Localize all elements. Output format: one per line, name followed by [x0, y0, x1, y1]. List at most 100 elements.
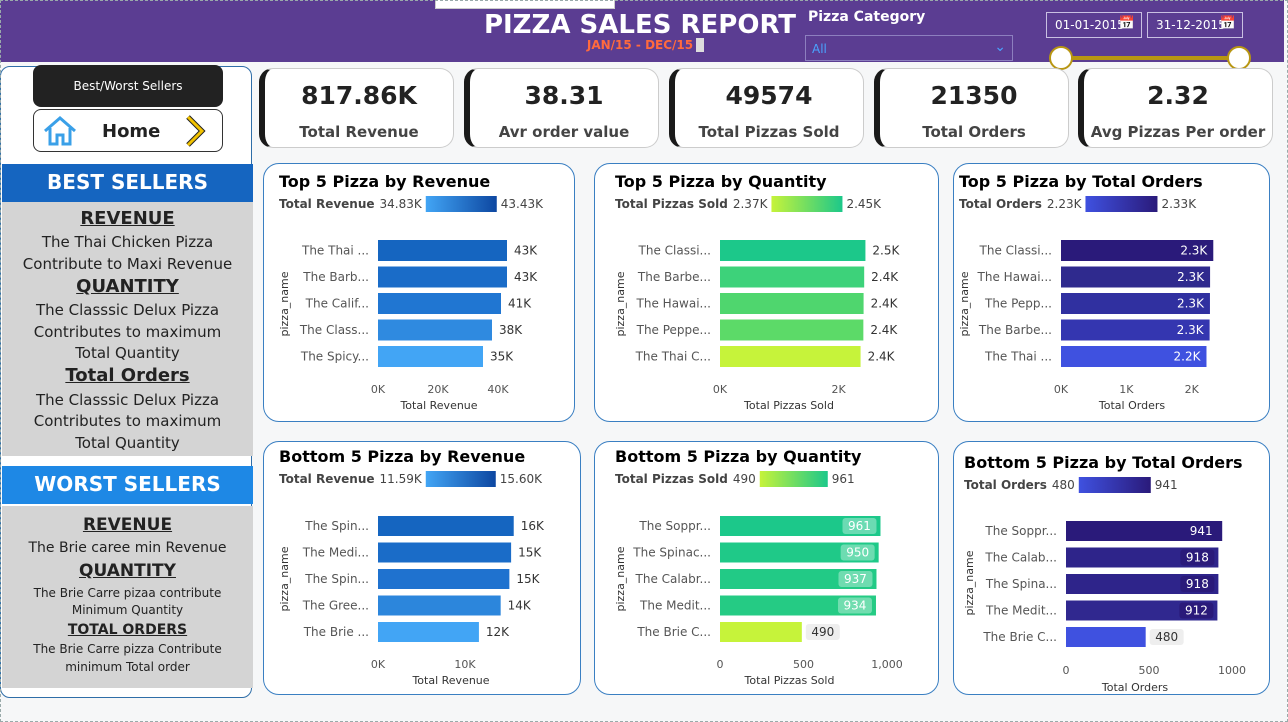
data-label: 918 [1186, 551, 1209, 565]
slider-start-handle[interactable] [1049, 46, 1073, 70]
kpi-card: 49574 Total Pizzas Sold [669, 68, 864, 148]
bar [378, 569, 510, 589]
slider-end-handle[interactable] [1227, 46, 1251, 70]
data-label: 2.2K [1174, 350, 1202, 364]
kpi-label: Avg Pizzas Per order [1090, 123, 1266, 141]
chart-svg: Top 5 Pizza by Revenue Total Revenue 34.83… [278, 172, 544, 412]
calendar-icon: 📅 [1219, 16, 1236, 31]
category-label: The Hawai... [636, 297, 711, 311]
chart-top5-orders[interactable]: Top 5 Pizza by Total Orders Total Orders 2… [953, 163, 1270, 422]
best-orders-line2: Contributes to maximum [33, 412, 222, 430]
data-label: 14K [508, 599, 532, 613]
x-tick-label: 500 [1139, 664, 1160, 677]
worst-orders-line1: The Brie Carre pizza Contribute [33, 642, 222, 656]
category-label: The Barbe... [637, 270, 711, 284]
bar [720, 293, 864, 314]
x-axis-label: Total Revenue [399, 399, 477, 412]
category-label: The Calabr... [635, 572, 711, 586]
chart-bottom5-orders[interactable]: Bottom 5 Pizza by Total Orders Total Orde… [953, 441, 1270, 695]
x-tick-label: 2K [1185, 383, 1200, 396]
chart-svg: Bottom 5 Pizza by Total Orders Total Orde… [963, 453, 1246, 694]
legend-min: 2.23K [1047, 197, 1083, 211]
worst-orders-heading: TOTAL ORDERS [67, 622, 188, 638]
bar [378, 293, 501, 314]
bar [720, 266, 865, 288]
chart-title: Top 5 Pizza by Revenue [279, 172, 490, 191]
chart-bottom5-quantity[interactable]: Bottom 5 Pizza by Quantity Total Pizzas S… [594, 441, 939, 695]
data-label: 934 [844, 599, 867, 613]
data-label: 961 [848, 519, 871, 533]
category-label: The Hawai... [977, 270, 1052, 284]
x-tick-label: 500 [793, 658, 814, 671]
category-label: The Thai ... [984, 350, 1052, 364]
x-tick-label: 1000 [1218, 664, 1246, 677]
category-label: The Thai ... [301, 244, 369, 258]
chart-svg: Top 5 Pizza by Quantity Total Pizzas Sold… [614, 172, 901, 412]
legend-max: 43.43K [501, 197, 544, 211]
data-label: 2.3K [1177, 297, 1205, 311]
data-label: 912 [1185, 604, 1208, 618]
legend-max: 961 [832, 472, 855, 486]
legend-min: 11.59K [380, 472, 423, 486]
best-worst-sellers-button[interactable]: Best/Worst Sellers [33, 65, 223, 107]
data-label: 15K [516, 572, 540, 586]
report-title: PIZZA SALES REPORT [483, 10, 797, 40]
legend-gradient [425, 471, 496, 487]
legend-min: 2.37K [733, 197, 769, 211]
chart-svg: Bottom 5 Pizza by Revenue Total Revenue 11… [278, 447, 545, 687]
y-axis-label: pizza_name [958, 271, 971, 336]
worst-orders-line2: minimum Total order [65, 660, 190, 674]
legend-label: Total Pizzas Sold [615, 472, 728, 486]
date-range-slider[interactable] [1061, 56, 1239, 60]
category-label: The Soppr... [638, 519, 711, 533]
calendar-icon: 📅 [1118, 16, 1135, 31]
date-to-value: 31-12-2015 [1156, 18, 1226, 32]
chart-top5-quantity[interactable]: Top 5 Pizza by Quantity Total Pizzas Sold… [594, 163, 939, 422]
category-label: The Barbe... [978, 323, 1052, 337]
category-label: The Medit... [985, 604, 1057, 618]
category-select[interactable]: All ⌄ [805, 35, 1013, 61]
category-label: The Pepp... [984, 297, 1052, 311]
legend-label: Total Revenue [279, 472, 375, 486]
best-orders-line1: The Classsic Delux Pizza [35, 391, 220, 409]
x-tick-label: 1K [1119, 383, 1134, 396]
data-label: 2.4K [868, 350, 896, 364]
y-axis-label: pizza_name [278, 271, 291, 336]
category-label: The Barb... [302, 270, 369, 284]
data-label: 2.3K [1177, 323, 1205, 337]
date-from-input[interactable]: 01-01-2015 📅 [1046, 12, 1142, 38]
kpi-label: Avr order value [498, 123, 630, 141]
category-label: The Calab... [984, 551, 1057, 565]
x-tick-label: 0K [713, 383, 728, 396]
data-label: 941 [1190, 524, 1213, 538]
kpi-label: Total Revenue [299, 123, 419, 141]
y-axis-label: pizza_name [278, 546, 291, 611]
bar [378, 542, 512, 563]
category-label: The Calif... [305, 297, 369, 311]
chart-top5-revenue[interactable]: Top 5 Pizza by Revenue Total Revenue 34.83… [263, 163, 575, 422]
date-to-input[interactable]: 31-12-2015 📅 [1147, 12, 1243, 38]
legend-label: Total Orders [959, 197, 1042, 211]
legend-gradient [1085, 196, 1158, 212]
chart-bottom5-revenue[interactable]: Bottom 5 Pizza by Revenue Total Revenue 11… [263, 441, 581, 695]
category-label: Pizza Category [808, 9, 926, 25]
home-button[interactable]: Home [33, 109, 223, 152]
bar [1066, 627, 1146, 647]
top-tab-strip[interactable] [435, 0, 615, 9]
worst-revenue-line1: The Brie caree min Revenue [28, 540, 227, 556]
chart-title: Bottom 5 Pizza by Quantity [615, 447, 862, 466]
y-axis-label: pizza_name [614, 271, 627, 336]
bar [720, 240, 866, 261]
chart-title: Top 5 Pizza by Quantity [615, 172, 827, 191]
legend-label: Total Revenue [279, 197, 375, 211]
category-label: The Spin... [304, 519, 369, 533]
chart-title: Bottom 5 Pizza by Revenue [279, 447, 525, 466]
data-label: 15K [518, 546, 542, 560]
category-label: The Soppr... [984, 524, 1057, 538]
data-label: 2.4K [871, 297, 899, 311]
category-label: The Classi... [638, 244, 711, 258]
category-label: The Medit... [639, 599, 711, 613]
legend-min: 490 [733, 472, 756, 486]
x-tick-label: 0K [1054, 383, 1069, 396]
legend-gradient [425, 196, 497, 212]
